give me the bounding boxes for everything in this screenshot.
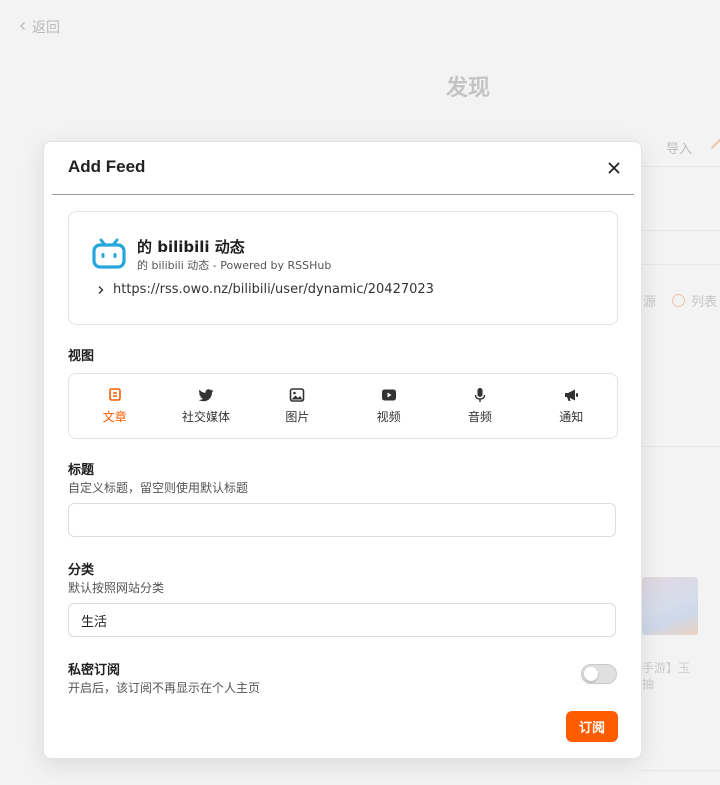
category-field-label: 分类 [68,563,95,578]
thumbnail-image[interactable] [642,577,698,635]
view-selector: 文章 社交媒体 图片 视频 音频 通知 [68,373,618,439]
import-button[interactable]: 导入 [666,138,692,157]
radio-icon [672,294,685,307]
view-option-article[interactable]: 文章 [69,374,160,438]
category-input[interactable]: 生活 [68,603,616,637]
chevron-right-icon [98,285,104,294]
image-icon [290,388,305,402]
view-option-social[interactable]: 社交媒体 [160,374,251,438]
source-option[interactable]: 源 [643,291,656,310]
view-label: 社交媒体 [181,410,230,424]
views-label: 视图 [68,349,95,364]
feed-title: 的 bilibili 动态 [137,238,245,256]
toggle-knob [584,667,598,681]
feed-preview-card: 的 bilibili 动态 的 bilibili 动态 - Powered by… [68,211,618,325]
close-icon [608,162,620,174]
category-field-hint: 默认按照网站分类 [68,581,165,595]
subscribe-button[interactable]: 订阅 [566,711,618,742]
back-link[interactable]: 返回 [18,17,60,37]
item-caption[interactable]: 手游】玉 抽 [642,660,690,692]
back-label: 返回 [32,20,60,36]
article-icon [108,388,121,401]
list-option[interactable]: 列表 [672,291,717,310]
feed-url: https://rss.owo.nz/bilibili/user/dynamic… [113,282,434,297]
accent-mark [710,138,720,154]
feed-url-row[interactable]: https://rss.owo.nz/bilibili/user/dynamic… [97,282,434,297]
view-option-pictures[interactable]: 图片 [252,374,343,438]
view-label: 音频 [467,410,492,424]
private-toggle[interactable] [581,664,617,684]
view-option-videos[interactable]: 视频 [343,374,434,438]
view-label: 视频 [376,410,401,424]
dialog-title: Add Feed [68,157,146,176]
private-field-label: 私密订阅 [68,663,121,678]
divider [640,446,720,447]
caption-line: 抽 [642,677,655,691]
chevron-left-icon [18,19,28,35]
megaphone-icon [565,389,579,401]
view-label: 通知 [559,410,584,424]
twitter-bird-icon [198,389,214,402]
add-feed-dialog: Add Feed 的 bilibili 动态 的 bilibili 动态 - P… [43,141,642,759]
divider [640,264,720,265]
caption-line: 手游】玉 [642,661,691,675]
microphone-icon [474,388,486,402]
close-button[interactable] [602,156,626,180]
divider [640,230,720,231]
dialog-header: Add Feed [52,142,634,195]
view-label: 图片 [285,410,310,424]
view-option-audio[interactable]: 音频 [434,374,525,438]
page-title: 发现 [446,76,491,101]
private-field-hint: 开启后，该订阅不再显示在个人主页 [68,681,261,695]
feed-description: 的 bilibili 动态 - Powered by RSSHub [137,259,332,272]
bilibili-logo-icon [92,238,126,269]
title-field-label: 标题 [68,463,95,478]
title-input[interactable] [68,503,616,537]
divider [640,770,720,771]
divider [640,166,720,167]
title-field-hint: 自定义标题，留空则使用默认标题 [68,481,249,495]
view-option-notifications[interactable]: 通知 [526,374,617,438]
view-label: 文章 [102,410,127,424]
video-play-icon [381,389,396,401]
list-label: 列表 [691,295,718,310]
